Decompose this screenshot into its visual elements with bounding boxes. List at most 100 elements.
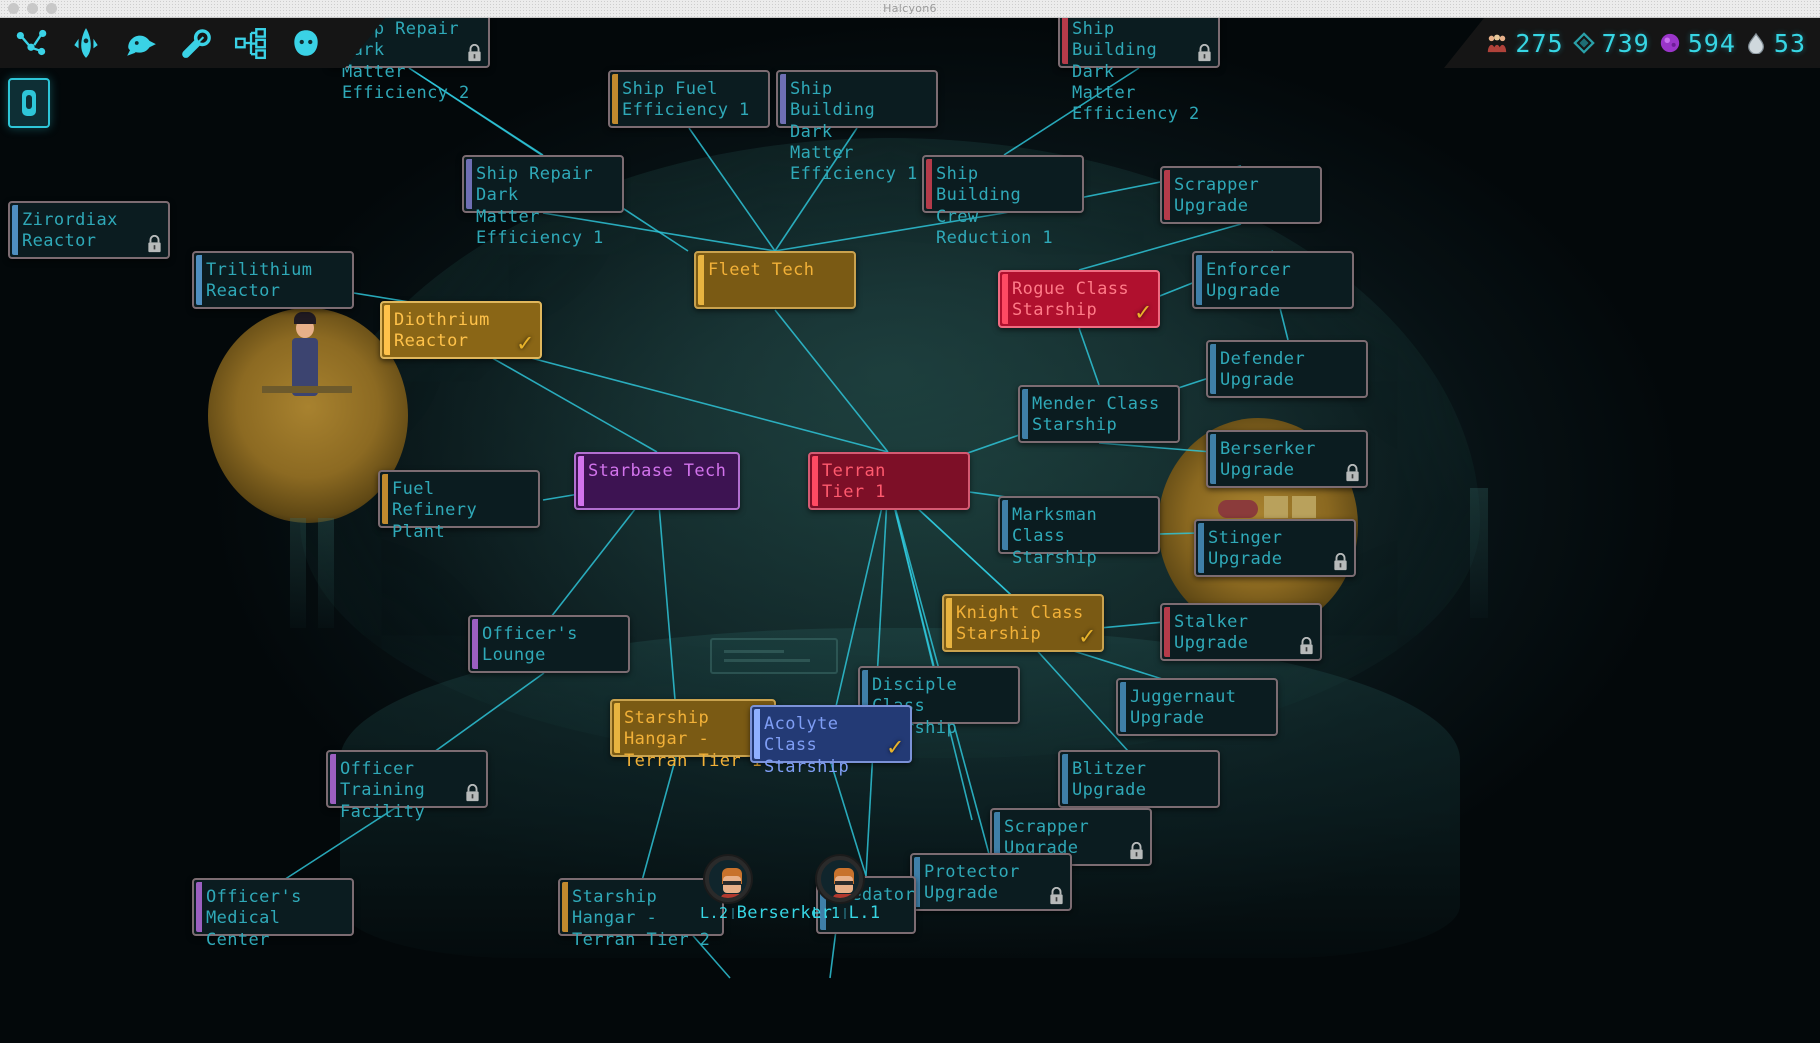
node-accent-bar: [196, 255, 202, 305]
ship-icon[interactable]: [124, 26, 158, 60]
node-label: Defender Upgrade: [1220, 349, 1306, 391]
tech-node-mender-class-starship[interactable]: Mender Class Starship: [1018, 385, 1180, 443]
materials-resource: 739: [1572, 28, 1650, 58]
officer-portrait[interactable]: [817, 856, 863, 902]
officer-status-row: L.1 L.1: [812, 903, 880, 923]
tech-node-ship-repair-dm-1[interactable]: Ship Repair Dark Matter Efficiency 1: [462, 155, 624, 248]
window-title: Halcyon6: [883, 2, 937, 15]
pillar-left-2: [318, 518, 334, 628]
window-zoom-button[interactable]: [46, 3, 57, 14]
tech-node-trilithium-reactor[interactable]: Trilithium Reactor: [192, 251, 354, 309]
tech-panel-tab-button[interactable]: [8, 78, 50, 128]
tech-node-officer-training-facility[interactable]: Officer Training Facility: [326, 750, 488, 822]
tech-node-officers-lounge[interactable]: Officer's Lounge: [468, 615, 630, 673]
lock-icon: [1334, 553, 1347, 571]
tech-node-defender-upgrade[interactable]: Defender Upgrade: [1206, 340, 1368, 398]
tech-node-rogue-class-starship[interactable]: Rogue Class Starship ✓: [998, 270, 1160, 328]
tech-node-enforcer-upgrade[interactable]: Enforcer Upgrade: [1192, 251, 1354, 309]
node-label: Ship Building Crew Reduction 1: [936, 164, 1053, 248]
node-label: Starship Hangar - Terran Tier 2: [572, 887, 711, 950]
tech-node-ship-building-dm-1[interactable]: Ship Building Dark Matter Efficiency 1: [776, 70, 938, 184]
crew-figure-left: [292, 338, 318, 396]
tech-link: [774, 309, 889, 453]
crew-icon: [1486, 32, 1508, 54]
tech-node-blitzer-upgrade[interactable]: Blitzer Upgrade: [1058, 750, 1220, 808]
node-accent-bar: [384, 305, 390, 355]
resource-bar: 275 739 594 53: [1444, 18, 1820, 68]
tech-node-ship-building-crew-1[interactable]: Ship Building Crew Reduction 1: [922, 155, 1084, 248]
dark-matter-resource-value: 594: [1687, 28, 1736, 58]
node-label: Knight Class Starship: [956, 603, 1084, 645]
dark-matter-resource: 594: [1659, 29, 1736, 58]
window-minimize-button[interactable]: [27, 3, 38, 14]
node-label: Juggernaut Upgrade: [1130, 687, 1237, 729]
node-accent-bar: [1196, 255, 1202, 305]
tech-node-diothrium-reactor[interactable]: Diothrium Reactor ✓: [380, 301, 542, 359]
os-title-bar: Halcyon6: [0, 0, 1820, 18]
crew-resource: 275: [1486, 29, 1563, 58]
officer-icon[interactable]: [289, 26, 323, 60]
tech-node-zirordiax-reactor[interactable]: Zirordiax Reactor: [8, 201, 170, 259]
officer-second[interactable]: L.1 L.1: [812, 856, 880, 923]
console-line-1: [724, 650, 784, 653]
officer-berserker[interactable]: L.2 Berserker: [700, 856, 832, 923]
tech-node-scrapper-upgrade-top[interactable]: Scrapper Upgrade: [1160, 166, 1322, 224]
node-accent-bar: [754, 709, 760, 759]
officer-level: L.2: [700, 904, 729, 922]
node-accent-bar: [562, 882, 568, 932]
node-accent-bar: [330, 754, 336, 804]
crystal-icon: [1572, 32, 1595, 54]
node-label: Stalker Upgrade: [1174, 612, 1249, 654]
tech-node-knight-class-starship[interactable]: Knight Class Starship ✓: [942, 594, 1104, 652]
console-line-2: [724, 659, 810, 662]
window-close-button[interactable]: [8, 3, 19, 14]
tech-node-stalker-upgrade[interactable]: Stalker Upgrade: [1160, 603, 1322, 661]
node-accent-bar: [1164, 170, 1170, 220]
crew-resource-value: 275: [1515, 28, 1564, 58]
tech-node-fuel-refinery-plant[interactable]: Fuel Refinery Plant: [378, 470, 540, 542]
tech-link: [887, 480, 937, 679]
lock-icon: [1300, 637, 1313, 655]
tech-node-terran-tier-1[interactable]: Terran Tier 1: [808, 452, 970, 510]
node-label: Berserker Upgrade: [1220, 439, 1316, 481]
fleet-icon[interactable]: [69, 26, 103, 60]
game-viewport[interactable]: Ship Repair Dark Matter Efficiency 2Ship…: [0, 18, 1820, 1043]
node-accent-bar: [578, 456, 584, 506]
officer-level: L.1: [812, 904, 841, 922]
tech-link: [1078, 327, 1100, 386]
tech-node-starbase-tech[interactable]: Starbase Tech: [574, 452, 740, 510]
node-label: Protector Upgrade: [924, 862, 1020, 904]
tech-node-acolyte-class-starship[interactable]: Acolyte Class Starship ✓: [750, 705, 912, 777]
node-label: Scrapper Upgrade: [1174, 175, 1260, 217]
node-label: Zirordiax Reactor: [22, 210, 118, 252]
node-accent-bar: [472, 619, 478, 669]
node-accent-bar: [1062, 18, 1068, 64]
tech-node-juggernaut-upgrade[interactable]: Juggernaut Upgrade: [1116, 678, 1278, 736]
node-accent-bar: [1002, 500, 1008, 550]
main-toolbar[interactable]: [0, 18, 385, 68]
node-accent-bar: [1198, 523, 1204, 573]
tech-node-marksman-class-starship[interactable]: Marksman Class Starship: [998, 496, 1160, 568]
tech-tree-icon[interactable]: [14, 26, 48, 60]
tech-node-berserker-upgrade[interactable]: Berserker Upgrade: [1206, 430, 1368, 488]
tech-node-ship-fuel-efficiency-1[interactable]: Ship Fuel Efficiency 1: [608, 70, 770, 128]
node-label: Ship Building Dark Matter Efficiency 1: [790, 79, 918, 184]
tech-node-officers-medical-center[interactable]: Officer's Medical Center: [192, 878, 354, 950]
researched-check-icon: ✓: [517, 328, 533, 357]
materials-resource-value: 739: [1601, 28, 1650, 58]
lock-icon: [1130, 842, 1143, 860]
node-accent-bar: [614, 703, 620, 753]
tech-node-stinger-upgrade[interactable]: Stinger Upgrade: [1194, 519, 1356, 577]
tech-node-ship-building-dm-2[interactable]: Ship Building Dark Matter Efficiency 2: [1058, 18, 1220, 124]
org-chart-icon[interactable]: [234, 26, 268, 60]
node-accent-bar: [12, 205, 18, 255]
node-accent-bar: [1120, 682, 1126, 732]
tech-link: [639, 756, 677, 889]
tech-node-fleet-tech[interactable]: Fleet Tech: [694, 251, 856, 309]
wrench-icon[interactable]: [179, 26, 213, 60]
tech-node-protector-upgrade[interactable]: Protector Upgrade: [910, 853, 1072, 911]
officer-portrait[interactable]: [705, 856, 751, 902]
tech-link: [408, 67, 544, 156]
node-label: Acolyte Class Starship: [764, 714, 850, 777]
tech-link: [656, 480, 677, 713]
